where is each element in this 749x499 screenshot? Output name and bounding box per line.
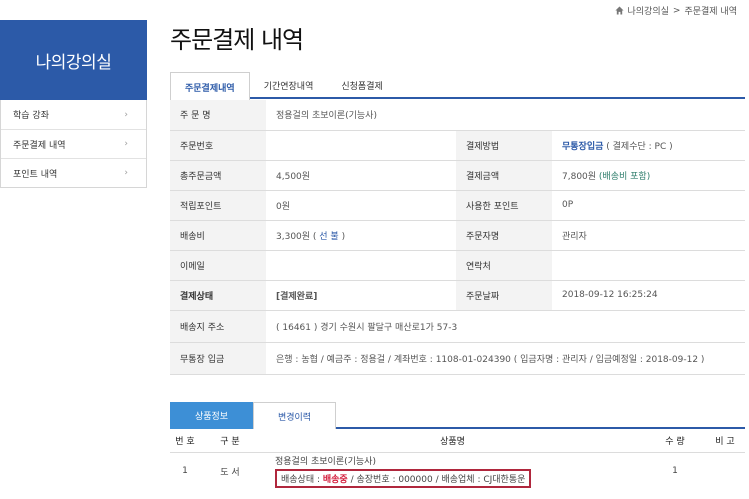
sidebar-item-label: 포인트 내역 <box>13 169 58 180</box>
chevron-right-icon: › <box>124 168 128 178</box>
tab-product-info[interactable]: 상품정보 <box>170 402 253 429</box>
shipping-status-box: 배송상태 : 배송중 / 송장번호 : 000000 / 배송업체 : CJ대한… <box>275 469 532 489</box>
row-status: 결제상태 [결제완료] 주문날짜 2018-09-12 16:25:24 <box>170 280 745 311</box>
header-product-name: 상품명 <box>260 430 645 453</box>
tab-change-history[interactable]: 변경이력 <box>253 402 336 429</box>
label-bank: 무통장 입금 <box>170 342 266 375</box>
value-used-point: 0P <box>552 190 745 221</box>
pay-means-text: ( 결제수단 : PC ) <box>606 141 673 152</box>
label-address: 배송지 주소 <box>170 310 266 343</box>
tab-form-payment[interactable]: 신청폼결제 <box>327 72 396 99</box>
row-bank: 무통장 입금 은행 : 농협 / 예금주 : 정용걸 / 계좌번호 : 1108… <box>170 342 745 375</box>
sidebar-item-orders[interactable]: 주문결제 내역 › <box>1 129 146 158</box>
row-order-name: 주 문 명 정용걸의 초보이론(기능사) <box>170 100 745 131</box>
row-points: 적립포인트 0원 사용한 포인트 0P <box>170 190 745 221</box>
breadcrumb-separator: > <box>672 5 681 16</box>
value-bank: 은행 : 농협 / 예금주 : 정용걸 / 계좌번호 : 1108-01-024… <box>266 342 745 375</box>
product-table-header: 번 호 구 분 상품명 수 량 비 고 <box>170 430 745 453</box>
row-ship-fee: 배송비 3,300원 ( 선 불 ) 주문자명 관리자 <box>170 220 745 251</box>
row-order-no: 주문번호 결제방법 무통장입금 ( 결제수단 : PC ) <box>170 130 745 161</box>
label-pay-amount: 결제금액 <box>456 160 552 191</box>
table-row: 1 도 서 정용걸의 초보이론(기능사) 배송상태 : 배송중 / 송장번호 :… <box>170 452 745 490</box>
label-order-date: 주문날짜 <box>456 280 552 311</box>
cell-no: 1 <box>182 466 188 477</box>
label-total: 총주문금액 <box>170 160 266 191</box>
ship-suffix: / 송장번호 : 000000 / 배송업체 : CJ대한통운 <box>347 475 526 486</box>
breadcrumb-item-mycourse[interactable]: 나의강의실 <box>628 4 669 17</box>
value-ship-fee: 3,300원 ( 선 불 ) <box>266 220 456 251</box>
ship-status: 배송중 <box>322 475 348 486</box>
ship-prefix: 배송상태 : <box>281 475 323 486</box>
value-orderer: 관리자 <box>552 220 745 251</box>
row-address: 배송지 주소 ( 16461 ) 경기 수원시 팔달구 매산로1가 57-3 <box>170 310 745 343</box>
value-order-no <box>266 130 456 161</box>
value-order-name: 정용걸의 초보이론(기능사) <box>266 100 745 131</box>
label-pay-method: 결제방법 <box>456 130 552 161</box>
value-status: [결제완료] <box>266 280 456 311</box>
value-email <box>266 250 456 281</box>
sidebar: 나의강의실 학습 강좌 › 주문결제 내역 › 포인트 내역 › <box>0 20 147 188</box>
value-address: ( 16461 ) 경기 수원시 팔달구 매산로1가 57-3 <box>266 310 745 343</box>
value-earn-point: 0원 <box>266 190 456 221</box>
home-icon[interactable] <box>614 6 624 15</box>
product-tabs: 상품정보 변경이력 <box>170 402 745 429</box>
pay-amount-note: (배송비 포함) <box>598 171 651 182</box>
sidebar-menu: 학습 강좌 › 주문결제 내역 › 포인트 내역 › <box>0 100 147 188</box>
label-email: 이메일 <box>170 250 266 281</box>
sidebar-item-label: 주문결제 내역 <box>13 140 66 151</box>
header-type: 구 분 <box>200 430 260 453</box>
cell-type: 도 서 <box>220 467 240 478</box>
cell-qty: 1 <box>672 466 678 477</box>
label-ship-fee: 배송비 <box>170 220 266 251</box>
breadcrumb-item-current: 주문결제 내역 <box>684 7 737 17</box>
pay-amount-text: 7,800원 <box>562 171 597 182</box>
label-order-name: 주 문 명 <box>170 100 266 131</box>
row-total: 총주문금액 4,500원 결제금액 7,800원 (배송비 포함) <box>170 160 745 191</box>
order-tabs: 주문결제내역 기간연장내역 신청폼결제 <box>170 72 745 101</box>
sidebar-item-courses[interactable]: 학습 강좌 › <box>1 100 146 129</box>
label-earn-point: 적립포인트 <box>170 190 266 221</box>
product-name: 정용걸의 초보이론(기능사) <box>275 457 376 468</box>
cell-product: 정용걸의 초보이론(기능사) 배송상태 : 배송중 / 송장번호 : 00000… <box>260 452 645 490</box>
chevron-right-icon: › <box>124 109 128 120</box>
value-order-date: 2018-09-12 16:25:24 <box>552 280 745 311</box>
ship-fee-type: 선 불 <box>319 231 339 242</box>
label-order-no: 주문번호 <box>170 130 266 161</box>
sidebar-item-points[interactable]: 포인트 내역 › <box>1 158 146 187</box>
value-pay-amount: 7,800원 (배송비 포함) <box>552 160 745 191</box>
value-total: 4,500원 <box>266 160 456 191</box>
tab-order-history[interactable]: 주문결제내역 <box>170 72 250 101</box>
page-title: 주문결제 내역 <box>170 26 304 54</box>
pay-method-text: 무통장입금 <box>562 141 604 152</box>
cell-note <box>705 452 745 490</box>
label-used-point: 사용한 포인트 <box>456 190 552 221</box>
row-email: 이메일 연락처 <box>170 250 745 281</box>
ship-fee-amount: 3,300원 ( <box>276 231 320 242</box>
header-note: 비 고 <box>705 430 745 453</box>
breadcrumb: 나의강의실 > 주문결제 내역 <box>614 4 737 17</box>
header-no: 번 호 <box>170 430 200 453</box>
sidebar-title: 나의강의실 <box>0 20 147 100</box>
order-detail-table: 주 문 명 정용걸의 초보이론(기능사) 주문번호 결제방법 무통장입금 ( 결… <box>170 100 745 375</box>
product-table: 번 호 구 분 상품명 수 량 비 고 1 도 서 정용걸의 초보이론(기능사)… <box>170 430 745 490</box>
label-orderer: 주문자명 <box>456 220 552 251</box>
label-contact: 연락처 <box>456 250 552 281</box>
header-qty: 수 량 <box>645 430 705 453</box>
ship-fee-close: ) <box>338 231 346 242</box>
value-contact <box>552 250 745 281</box>
label-status: 결제상태 <box>170 280 266 311</box>
sidebar-item-label: 학습 강좌 <box>13 111 49 121</box>
chevron-right-icon: › <box>124 139 128 149</box>
value-pay-method: 무통장입금 ( 결제수단 : PC ) <box>552 130 745 161</box>
tab-extension-history[interactable]: 기간연장내역 <box>250 72 328 99</box>
